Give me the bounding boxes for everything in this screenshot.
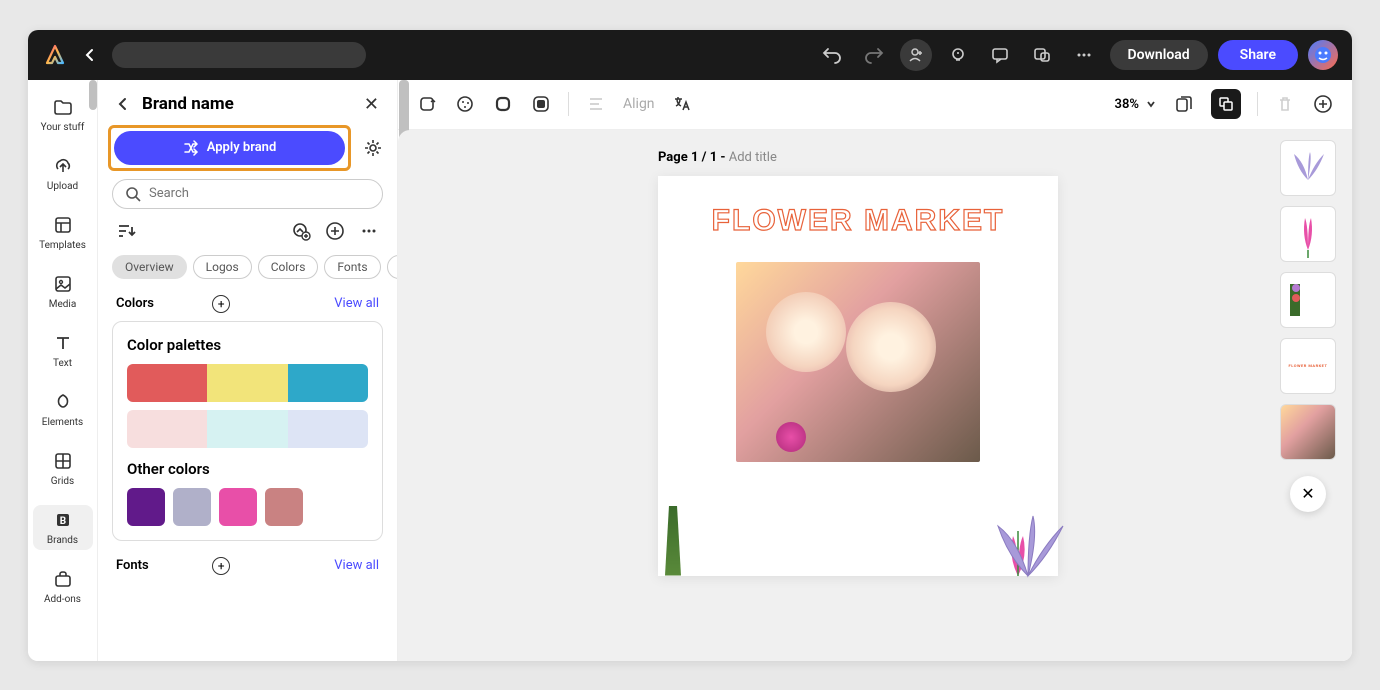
- color-swatch[interactable]: [173, 488, 211, 526]
- color-swatch[interactable]: [265, 488, 303, 526]
- add-image-icon[interactable]: [289, 219, 313, 243]
- layer-thumb[interactable]: [1280, 404, 1336, 460]
- crop-icon[interactable]: [416, 93, 438, 115]
- layer-thumb[interactable]: [1280, 206, 1336, 262]
- thumbs-close-icon[interactable]: ✕: [1290, 476, 1326, 512]
- palettes-subtitle: Color palettes: [127, 336, 368, 354]
- chip-overview[interactable]: Overview: [112, 255, 187, 279]
- fonts-section-title: Fonts: [116, 558, 204, 573]
- rail-text[interactable]: Text: [33, 328, 93, 373]
- brand-panel: Brand name ✕ Apply brand: [98, 80, 398, 661]
- artboard[interactable]: FLOWER MARKET: [658, 176, 1058, 576]
- colors-section-title: Colors: [116, 296, 204, 311]
- color-palettes-card: Color palettes Other colors: [112, 321, 383, 541]
- palette-row-1[interactable]: [127, 364, 368, 402]
- align-label: Align: [623, 96, 655, 112]
- undo-icon[interactable]: [816, 39, 848, 71]
- layers-icon[interactable]: [1211, 89, 1241, 119]
- add-circle-icon[interactable]: [323, 219, 347, 243]
- left-rail: Your stuff Upload Templates Media Text E…: [28, 80, 98, 661]
- shuffle-icon: [183, 140, 199, 156]
- rail-grids[interactable]: Grids: [33, 446, 93, 491]
- panel-close-icon[interactable]: ✕: [364, 94, 379, 115]
- shape-outline-icon[interactable]: [492, 93, 514, 115]
- download-button[interactable]: Download: [1110, 40, 1208, 70]
- fonts-add-icon[interactable]: +: [212, 557, 230, 575]
- panel-title: Brand name: [142, 94, 352, 114]
- fonts-view-all-link[interactable]: View all: [334, 558, 379, 573]
- sort-icon[interactable]: [114, 219, 138, 243]
- panel-back-icon[interactable]: [116, 97, 130, 111]
- chevron-down-icon: [1145, 98, 1157, 110]
- shape-fill-icon[interactable]: [530, 93, 552, 115]
- app-logo[interactable]: [42, 42, 68, 68]
- top-bar: Download Share: [28, 30, 1352, 80]
- lightbulb-icon[interactable]: [942, 39, 974, 71]
- rail-scrollbar[interactable]: [89, 80, 97, 110]
- rail-addons[interactable]: Add-ons: [33, 564, 93, 609]
- rail-your-stuff[interactable]: Your stuff: [33, 92, 93, 137]
- effects-icon[interactable]: [454, 93, 476, 115]
- rail-elements[interactable]: Elements: [33, 387, 93, 432]
- other-colors-subtitle: Other colors: [127, 460, 368, 478]
- artboard-image[interactable]: [736, 262, 980, 462]
- chip-logos[interactable]: Logos: [193, 255, 252, 279]
- colors-view-all-link[interactable]: View all: [334, 296, 379, 311]
- purple-flower-graphic[interactable]: [978, 506, 1088, 596]
- svg-text:B: B: [59, 516, 65, 527]
- app-window: Download Share Your stuff Upload Templat…: [28, 30, 1352, 661]
- chip-fonts[interactable]: Fonts: [324, 255, 380, 279]
- color-swatch[interactable]: [219, 488, 257, 526]
- palette-swatch[interactable]: [288, 364, 368, 402]
- apply-brand-button[interactable]: Apply brand: [114, 131, 345, 165]
- redo-icon[interactable]: [858, 39, 890, 71]
- rail-upload[interactable]: Upload: [33, 151, 93, 196]
- canvas-area[interactable]: Page 1 / 1 - Add title FLOWER MARKET: [398, 130, 1352, 661]
- artboard-title[interactable]: FLOWER MARKET: [658, 204, 1058, 238]
- layer-thumb[interactable]: FLOWER MARKET: [1280, 338, 1336, 394]
- panel-search-field[interactable]: [112, 179, 383, 209]
- add-person-icon[interactable]: [900, 39, 932, 71]
- rail-media[interactable]: Media: [33, 269, 93, 314]
- color-swatch[interactable]: [127, 488, 165, 526]
- palette-swatch[interactable]: [127, 410, 207, 448]
- layer-thumb[interactable]: [1280, 140, 1336, 196]
- palette-swatch[interactable]: [207, 364, 287, 402]
- panel-more-icon[interactable]: [357, 219, 381, 243]
- more-icon[interactable]: [1068, 39, 1100, 71]
- canvas-shell: Align 38% Page 1 / 1 - Add title FLOWER …: [398, 80, 1352, 661]
- chip-colors[interactable]: Colors: [258, 255, 319, 279]
- rail-brands[interactable]: BBrands: [33, 505, 93, 550]
- rail-templates[interactable]: Templates: [33, 210, 93, 255]
- page-label[interactable]: Page 1 / 1 - Add title: [658, 150, 777, 165]
- top-search-pill[interactable]: [112, 42, 366, 68]
- palette-row-2[interactable]: [127, 410, 368, 448]
- zoom-control[interactable]: 38%: [1115, 97, 1157, 112]
- palette-swatch[interactable]: [127, 364, 207, 402]
- colors-add-icon[interactable]: +: [212, 295, 230, 313]
- present-icon[interactable]: [1026, 39, 1058, 71]
- filter-chips: Overview Logos Colors Fonts T: [98, 255, 397, 295]
- chip-more[interactable]: T: [387, 255, 397, 279]
- palette-swatch[interactable]: [207, 410, 287, 448]
- panel-search-input[interactable]: [149, 186, 370, 201]
- translate-icon[interactable]: [671, 93, 693, 115]
- canvas-toolbar: Align 38%: [398, 80, 1352, 130]
- pages-icon[interactable]: [1173, 93, 1195, 115]
- apply-brand-highlight: Apply brand: [108, 125, 351, 171]
- search-icon: [125, 186, 141, 202]
- palette-swatch[interactable]: [288, 410, 368, 448]
- lilac-graphic[interactable]: [653, 506, 693, 576]
- back-button[interactable]: [78, 43, 102, 67]
- delete-icon[interactable]: [1274, 93, 1296, 115]
- share-button[interactable]: Share: [1218, 40, 1298, 70]
- brand-settings-icon[interactable]: [359, 134, 387, 162]
- user-avatar[interactable]: [1308, 40, 1338, 70]
- layer-thumb[interactable]: [1280, 272, 1336, 328]
- align-icon: [585, 93, 607, 115]
- add-page-icon[interactable]: [1312, 93, 1334, 115]
- comment-icon[interactable]: [984, 39, 1016, 71]
- layer-thumbnails: FLOWER MARKET ✕: [1280, 140, 1336, 518]
